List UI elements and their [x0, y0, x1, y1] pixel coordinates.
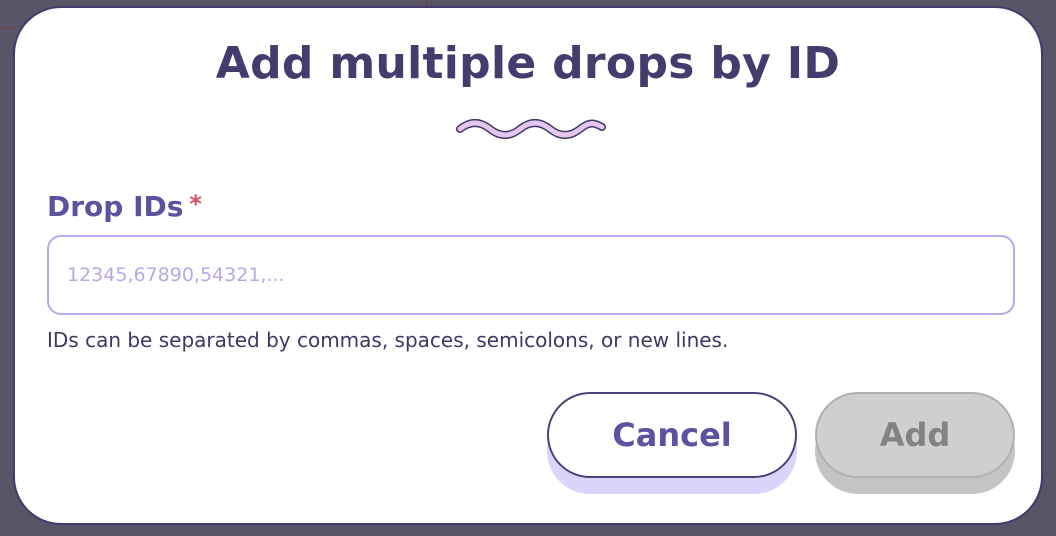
cancel-button-label: Cancel: [612, 416, 732, 454]
drop-ids-input[interactable]: [47, 235, 1015, 315]
drop-ids-label: Drop IDs *: [47, 190, 202, 223]
cancel-button-face[interactable]: Cancel: [547, 392, 797, 478]
add-button-face[interactable]: Add: [815, 392, 1015, 478]
helper-text: IDs can be separated by commas, spaces, …: [47, 328, 729, 352]
dialog-title: Add multiple drops by ID: [215, 38, 841, 89]
add-button-label: Add: [879, 416, 951, 454]
required-marker: *: [189, 190, 202, 218]
cancel-button[interactable]: Cancel: [547, 392, 797, 494]
drop-ids-label-text: Drop IDs: [47, 190, 184, 223]
add-button[interactable]: Add: [815, 392, 1015, 494]
add-drops-dialog: Add multiple drops by ID Drop IDs* IDs c…: [13, 6, 1043, 525]
backdrop-edge: [0, 28, 14, 29]
squiggle-divider-icon: [456, 119, 606, 139]
